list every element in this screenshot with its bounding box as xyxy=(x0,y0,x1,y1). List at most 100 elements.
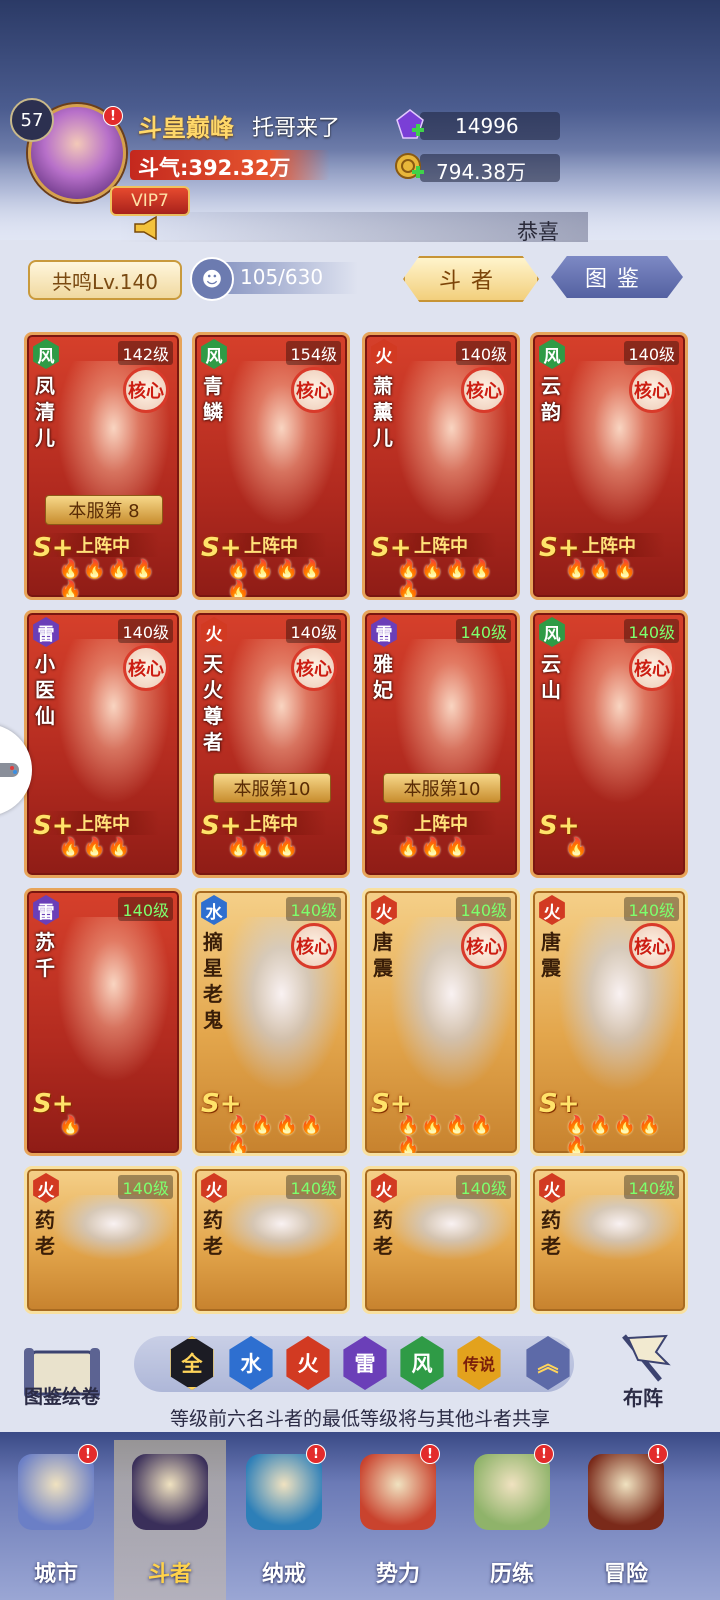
nav-label: 斗者 xyxy=(147,1562,192,1587)
fighter-level: 140级 xyxy=(456,897,511,921)
fighter-card[interactable]: 风 142级 凤清儿 核心 本服第 8 上阵中 S+ 🔥🔥🔥🔥🔥 xyxy=(24,332,182,600)
fighter-level: 140级 xyxy=(624,897,679,921)
fighter-portrait xyxy=(547,1195,679,1267)
nav-alert-badge: ! xyxy=(420,1444,440,1464)
fighter-card[interactable]: 火 140级 天火尊者 核心 本服第10 上阵中 S+ 🔥🔥🔥 xyxy=(192,610,350,878)
core-badge: 核心 xyxy=(629,367,675,413)
fighter-name: 天火尊者 xyxy=(203,652,223,754)
notice-text: 恭喜 xyxy=(517,220,559,244)
fighter-name: 唐震 xyxy=(373,930,393,980)
fighter-icon xyxy=(132,1454,208,1530)
fighter-card[interactable]: 雷 140级 小医仙 核心 上阵中 S+ 🔥🔥🔥 xyxy=(24,610,182,878)
fighter-slot-count: 105/630 xyxy=(240,265,324,289)
fighter-level: 154级 xyxy=(286,341,341,365)
fighter-card[interactable]: 火 140级 萧薰儿 核心 上阵中 S+ 🔥🔥🔥🔥🔥 xyxy=(362,332,520,600)
nav-label: 历练 xyxy=(489,1562,534,1587)
nav-item-3[interactable]: 势力! xyxy=(342,1440,454,1600)
core-badge: 核心 xyxy=(123,367,169,413)
grade-badge: S xyxy=(371,811,390,841)
nav-alert-badge: ! xyxy=(534,1444,554,1464)
power-value: 斗气:392.32万 xyxy=(138,156,291,180)
fighter-name: 云韵 xyxy=(541,374,561,424)
flame-stars: 🔥🔥🔥🔥🔥 xyxy=(59,559,157,600)
nav-item-4[interactable]: 历练! xyxy=(456,1440,568,1600)
fighter-name: 雅妃 xyxy=(373,652,393,702)
fighter-name: 小医仙 xyxy=(35,652,55,728)
faction-icon xyxy=(360,1454,436,1530)
fighter-name: 药老 xyxy=(203,1208,223,1258)
flame-stars: 🔥 xyxy=(565,837,590,858)
nav-item-5[interactable]: 冒险! xyxy=(570,1440,682,1600)
level-share-note: 等级前六名斗者的最低等级将与其他斗者共享 xyxy=(169,1408,550,1430)
server-rank-banner: 本服第 8 xyxy=(45,495,163,525)
tab-fighters[interactable]: 斗者 xyxy=(403,256,539,302)
nav-item-2[interactable]: 纳戒! xyxy=(228,1440,340,1600)
gamepad-icon xyxy=(0,763,19,777)
flame-stars: 🔥🔥🔥🔥🔥 xyxy=(227,1115,325,1156)
fighter-card[interactable]: 雷 140级 雅妃 本服第10 上阵中 S 🔥🔥🔥 xyxy=(362,610,520,878)
fighter-card[interactable]: 火 140级 唐震 核心 S+ 🔥🔥🔥🔥🔥 xyxy=(362,888,520,1156)
megaphone-icon[interactable] xyxy=(132,214,162,242)
fighter-portrait xyxy=(209,1195,341,1267)
player-level-badge: 57 xyxy=(10,98,54,142)
fighter-portrait xyxy=(41,1195,173,1267)
avatar-alert-badge: ! xyxy=(103,106,123,126)
nav-label: 冒险 xyxy=(603,1562,648,1587)
nav-item-1[interactable]: 斗者 xyxy=(114,1440,226,1600)
resonance-level-button[interactable]: 共鸣Lv.140 xyxy=(28,260,182,300)
fighter-name: 青鳞 xyxy=(203,374,223,424)
flame-stars: 🔥🔥🔥🔥🔥 xyxy=(565,1115,663,1156)
flame-stars: 🔥 xyxy=(59,1115,84,1136)
nav-label: 势力 xyxy=(375,1562,420,1587)
tab-gallery[interactable]: 图鉴 xyxy=(551,256,683,298)
fighter-card[interactable]: 火 140级 唐震 核心 S+ 🔥🔥🔥🔥🔥 xyxy=(530,888,688,1156)
fighter-head-icon: ☻ xyxy=(190,257,234,301)
flame-stars: 🔥🔥🔥 xyxy=(397,837,471,858)
fighter-portrait xyxy=(379,1195,511,1267)
fighter-name: 萧薰儿 xyxy=(373,374,393,450)
core-badge: 核心 xyxy=(461,367,507,413)
core-badge: 核心 xyxy=(629,923,675,969)
city-icon xyxy=(18,1454,94,1530)
nav-item-0[interactable]: 城市! xyxy=(0,1440,112,1600)
fighter-card[interactable]: 火 140级 药老 xyxy=(530,1166,688,1314)
fighter-level: 140级 xyxy=(286,1175,341,1199)
server-rank-banner: 本服第10 xyxy=(213,773,331,803)
fighter-level: 142级 xyxy=(118,341,173,365)
fighter-card[interactable]: 水 140级 摘星老鬼 核心 S+ 🔥🔥🔥🔥🔥 xyxy=(192,888,350,1156)
nav-alert-badge: ! xyxy=(78,1444,98,1464)
fighter-name: 云山 xyxy=(541,652,561,702)
fighter-portrait xyxy=(41,917,173,1109)
fighter-name: 药老 xyxy=(541,1208,561,1258)
flame-stars: 🔥🔥🔥🔥🔥 xyxy=(227,559,325,600)
fighter-card[interactable]: 火 140级 药老 xyxy=(192,1166,350,1314)
core-badge: 核心 xyxy=(291,367,337,413)
fighter-card[interactable]: 风 140级 云山 核心 S+ 🔥 xyxy=(530,610,688,878)
fighter-card[interactable]: 火 140级 药老 xyxy=(362,1166,520,1314)
fighter-card[interactable]: 雷 140级 苏千 S+ 🔥 xyxy=(24,888,182,1156)
fighter-level: 140级 xyxy=(456,341,511,365)
fighter-card[interactable]: 风 140级 云韵 核心 上阵中 S+ 🔥🔥🔥 xyxy=(530,332,688,600)
fighter-level: 140级 xyxy=(456,619,511,643)
fighter-name: 苏千 xyxy=(35,930,55,980)
core-badge: 核心 xyxy=(291,923,337,969)
fighter-level: 140级 xyxy=(456,1175,511,1199)
core-badge: 核心 xyxy=(291,645,337,691)
rank-title: 斗皇巅峰 xyxy=(138,114,234,142)
fighter-card[interactable]: 火 140级 药老 xyxy=(24,1166,182,1314)
core-badge: 核心 xyxy=(629,645,675,691)
fighter-name: 凤清儿 xyxy=(35,374,55,450)
player-name: 托哥来了 xyxy=(252,116,341,141)
fighter-level: 140级 xyxy=(286,619,341,643)
purple-gem-icon[interactable] xyxy=(393,108,427,142)
coin-count: 794.38万 xyxy=(436,160,526,184)
fighter-level: 140级 xyxy=(624,1175,679,1199)
ring-icon xyxy=(246,1454,322,1530)
fighter-level: 140级 xyxy=(118,1175,173,1199)
fighter-level: 140级 xyxy=(624,341,679,365)
gold-coin-icon[interactable] xyxy=(393,150,427,184)
training-icon xyxy=(474,1454,550,1530)
flag-icon[interactable] xyxy=(606,1330,680,1386)
fighter-level: 140级 xyxy=(118,897,173,921)
fighter-card[interactable]: 风 154级 青鳞 核心 上阵中 S+ 🔥🔥🔥🔥🔥 xyxy=(192,332,350,600)
